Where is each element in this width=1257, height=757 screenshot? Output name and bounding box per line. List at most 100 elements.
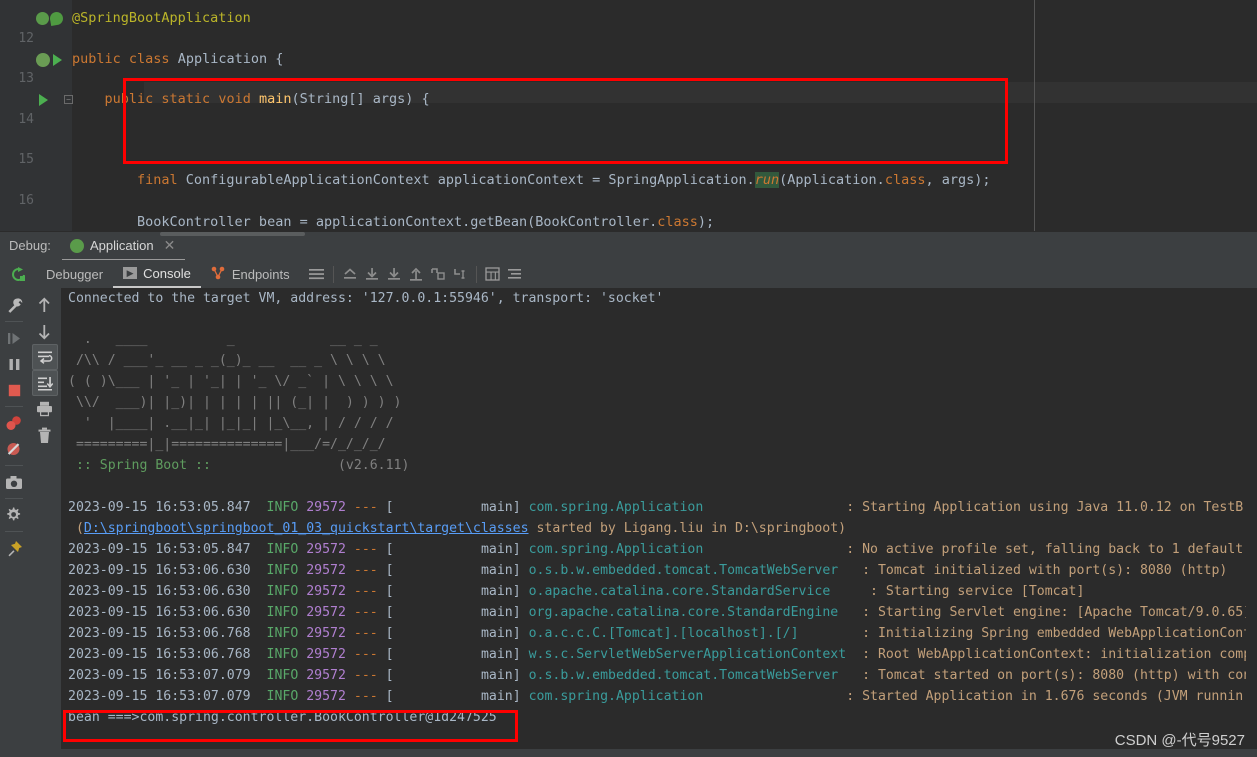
- console-vertical-scrollbar[interactable]: [1246, 288, 1257, 757]
- stop-icon[interactable]: [1, 377, 27, 403]
- pause-program-icon[interactable]: [1, 351, 27, 377]
- editor-horizontal-scrollbar[interactable]: [160, 232, 305, 236]
- code-editor[interactable]: 12 @SpringBootApplication 13 public clas…: [0, 0, 1257, 231]
- code-text: @SpringBootApplication: [72, 8, 251, 29]
- force-step-into-icon[interactable]: [405, 263, 427, 285]
- run-icon[interactable]: [53, 54, 62, 66]
- scroll-to-end-icon[interactable]: [32, 370, 58, 396]
- mute-breakpoints-icon[interactable]: [1, 436, 27, 462]
- console-log-line: 2023-09-15 16:53:05.847 INFO 29572 --- […: [61, 539, 1257, 560]
- console-banner-line: =========|_|==============|___/=/_/_/_/: [61, 434, 1257, 455]
- divider: [5, 498, 23, 499]
- menu-icon[interactable]: [306, 263, 328, 285]
- console-log-line: 2023-09-15 16:53:05.847 INFO 29572 --- […: [61, 497, 1257, 518]
- console-banner-line: ( ( )\___ | '_ | '_| | '_ \/ _` | \ \ \ …: [61, 371, 1257, 392]
- console-log-line: 2023-09-15 16:53:06.630 INFO 29572 --- […: [61, 602, 1257, 623]
- console-log-line: 2023-09-15 16:53:06.630 INFO 29572 --- […: [61, 560, 1257, 581]
- gutter-icons[interactable]: [36, 89, 62, 110]
- camera-icon[interactable]: [1, 469, 27, 495]
- gutter-icons[interactable]: [36, 49, 62, 70]
- divider: [5, 406, 23, 407]
- editor-line[interactable]: 13 public class Application {: [0, 49, 1257, 70]
- pin-icon[interactable]: [1, 535, 27, 561]
- debug-tab-toolbar[interactable]: Debugger ▶ Console Endpoints: [0, 260, 1257, 288]
- code-text: BookController bean = applicationContext…: [72, 212, 714, 232]
- watermark: CSDN @-代号9527: [1115, 729, 1245, 750]
- editor-line[interactable]: 15: [0, 130, 1257, 151]
- run-to-cursor-icon[interactable]: [427, 263, 449, 285]
- endpoints-icon: [211, 266, 226, 283]
- console-log-line: 2023-09-15 16:53:06.630 INFO 29572 --- […: [61, 581, 1257, 602]
- editor-line[interactable]: 17 BookController bean = applicationCont…: [0, 212, 1257, 232]
- status-bar: [0, 749, 1257, 757]
- divider: [5, 465, 23, 466]
- print-icon[interactable]: [32, 396, 58, 422]
- console-banner-line: \\/ ___)| |_)| | | | | || (_| | ) ) ) ): [61, 392, 1257, 413]
- rerun-icon[interactable]: [0, 266, 36, 283]
- scroll-up-icon[interactable]: [32, 292, 58, 318]
- bean-icon[interactable]: [36, 12, 49, 25]
- gutter-icons[interactable]: [36, 8, 62, 29]
- debug-label: Debug:: [9, 238, 51, 253]
- console-log-line: 2023-09-15 16:53:06.768 INFO 29572 --- […: [61, 644, 1257, 665]
- resume-program-icon[interactable]: [1, 325, 27, 351]
- tab-endpoints-label: Endpoints: [232, 267, 290, 282]
- console-actions-toolbar[interactable]: [28, 288, 61, 757]
- console-banner-line: /\\ / ___'_ __ _ _(_)_ __ __ _ \ \ \ \: [61, 350, 1257, 371]
- soft-wrap-icon[interactable]: [32, 344, 58, 370]
- console-log-line: 2023-09-15 16:53:06.768 INFO 29572 --- […: [61, 623, 1257, 644]
- mute-breakpoints-icon[interactable]: [504, 263, 526, 285]
- toolbar-separator: [476, 266, 477, 283]
- code-text: public static void main(String[] args) {: [72, 89, 430, 110]
- settings-icon[interactable]: [1, 502, 27, 528]
- debug-actions-toolbar[interactable]: [0, 288, 28, 757]
- classpath-link[interactable]: D:\springboot\springboot_01_03_quickstar…: [84, 521, 529, 536]
- view-breakpoints-icon[interactable]: [1, 410, 27, 436]
- editor-code-area[interactable]: [72, 0, 1257, 231]
- console-output[interactable]: Connected to the target VM, address: '12…: [61, 288, 1257, 757]
- console-banner-line: . ____ _ __ _ _: [61, 329, 1257, 350]
- code-text: public class Application {: [72, 49, 283, 70]
- line-number: 13: [0, 69, 34, 90]
- debug-tab-label: Application: [90, 238, 154, 253]
- step-over-icon[interactable]: [361, 263, 383, 285]
- line-number: 16: [0, 191, 34, 212]
- editor-line[interactable]: 16 final ConfigurableApplicationContext …: [0, 170, 1257, 191]
- scroll-down-icon[interactable]: [32, 318, 58, 344]
- step-into-icon[interactable]: [383, 263, 405, 285]
- line-number: 15: [0, 150, 34, 171]
- console-log-line: 2023-09-15 16:53:07.079 INFO 29572 --- […: [61, 665, 1257, 686]
- close-icon[interactable]: ✕: [164, 237, 176, 254]
- step-out-of-icon[interactable]: [339, 263, 361, 285]
- console-log-line: 2023-09-15 16:53:07.079 INFO 29572 --- […: [61, 686, 1257, 707]
- editor-right-separator: [1034, 0, 1035, 231]
- tab-console[interactable]: ▶ Console: [113, 260, 201, 288]
- code-text: final ConfigurableApplicationContext app…: [72, 170, 990, 191]
- run-icon[interactable]: [39, 94, 48, 106]
- spring-run-icon[interactable]: [36, 53, 50, 67]
- console-line-connected: Connected to the target VM, address: '12…: [61, 288, 1257, 309]
- console-icon: ▶: [123, 267, 137, 279]
- tab-debugger[interactable]: Debugger: [36, 260, 113, 288]
- spring-boot-icon: [70, 239, 84, 253]
- editor-line[interactable]: 14 − public static void main(String[] ar…: [0, 89, 1257, 110]
- divider: [5, 321, 23, 322]
- toolbar-separator: [333, 266, 334, 283]
- tab-debugger-label: Debugger: [46, 267, 103, 282]
- drop-frame-icon[interactable]: [449, 263, 471, 285]
- line-number: 12: [0, 29, 34, 50]
- editor-line[interactable]: 12 @SpringBootApplication: [0, 8, 1257, 29]
- divider: [5, 531, 23, 532]
- console-banner-line: ' |____| .__|_| |_|_| |_\__, | / / / /: [61, 413, 1257, 434]
- wrench-icon[interactable]: [1, 292, 27, 318]
- console-program-output: bean ===>com.spring.controller.BookContr…: [61, 707, 1257, 728]
- evaluate-expression-icon[interactable]: [482, 263, 504, 285]
- spring-bean-icon[interactable]: [49, 11, 64, 26]
- tab-endpoints[interactable]: Endpoints: [201, 260, 300, 288]
- line-number: 14: [0, 110, 34, 131]
- tab-console-label: Console: [143, 266, 191, 281]
- console-log-continuation: (D:\springboot\springboot_01_03_quicksta…: [61, 518, 1257, 539]
- ide-window: 12 @SpringBootApplication 13 public clas…: [0, 0, 1257, 757]
- clear-all-icon[interactable]: [32, 422, 58, 448]
- debug-tab-application[interactable]: Application ✕: [62, 232, 185, 261]
